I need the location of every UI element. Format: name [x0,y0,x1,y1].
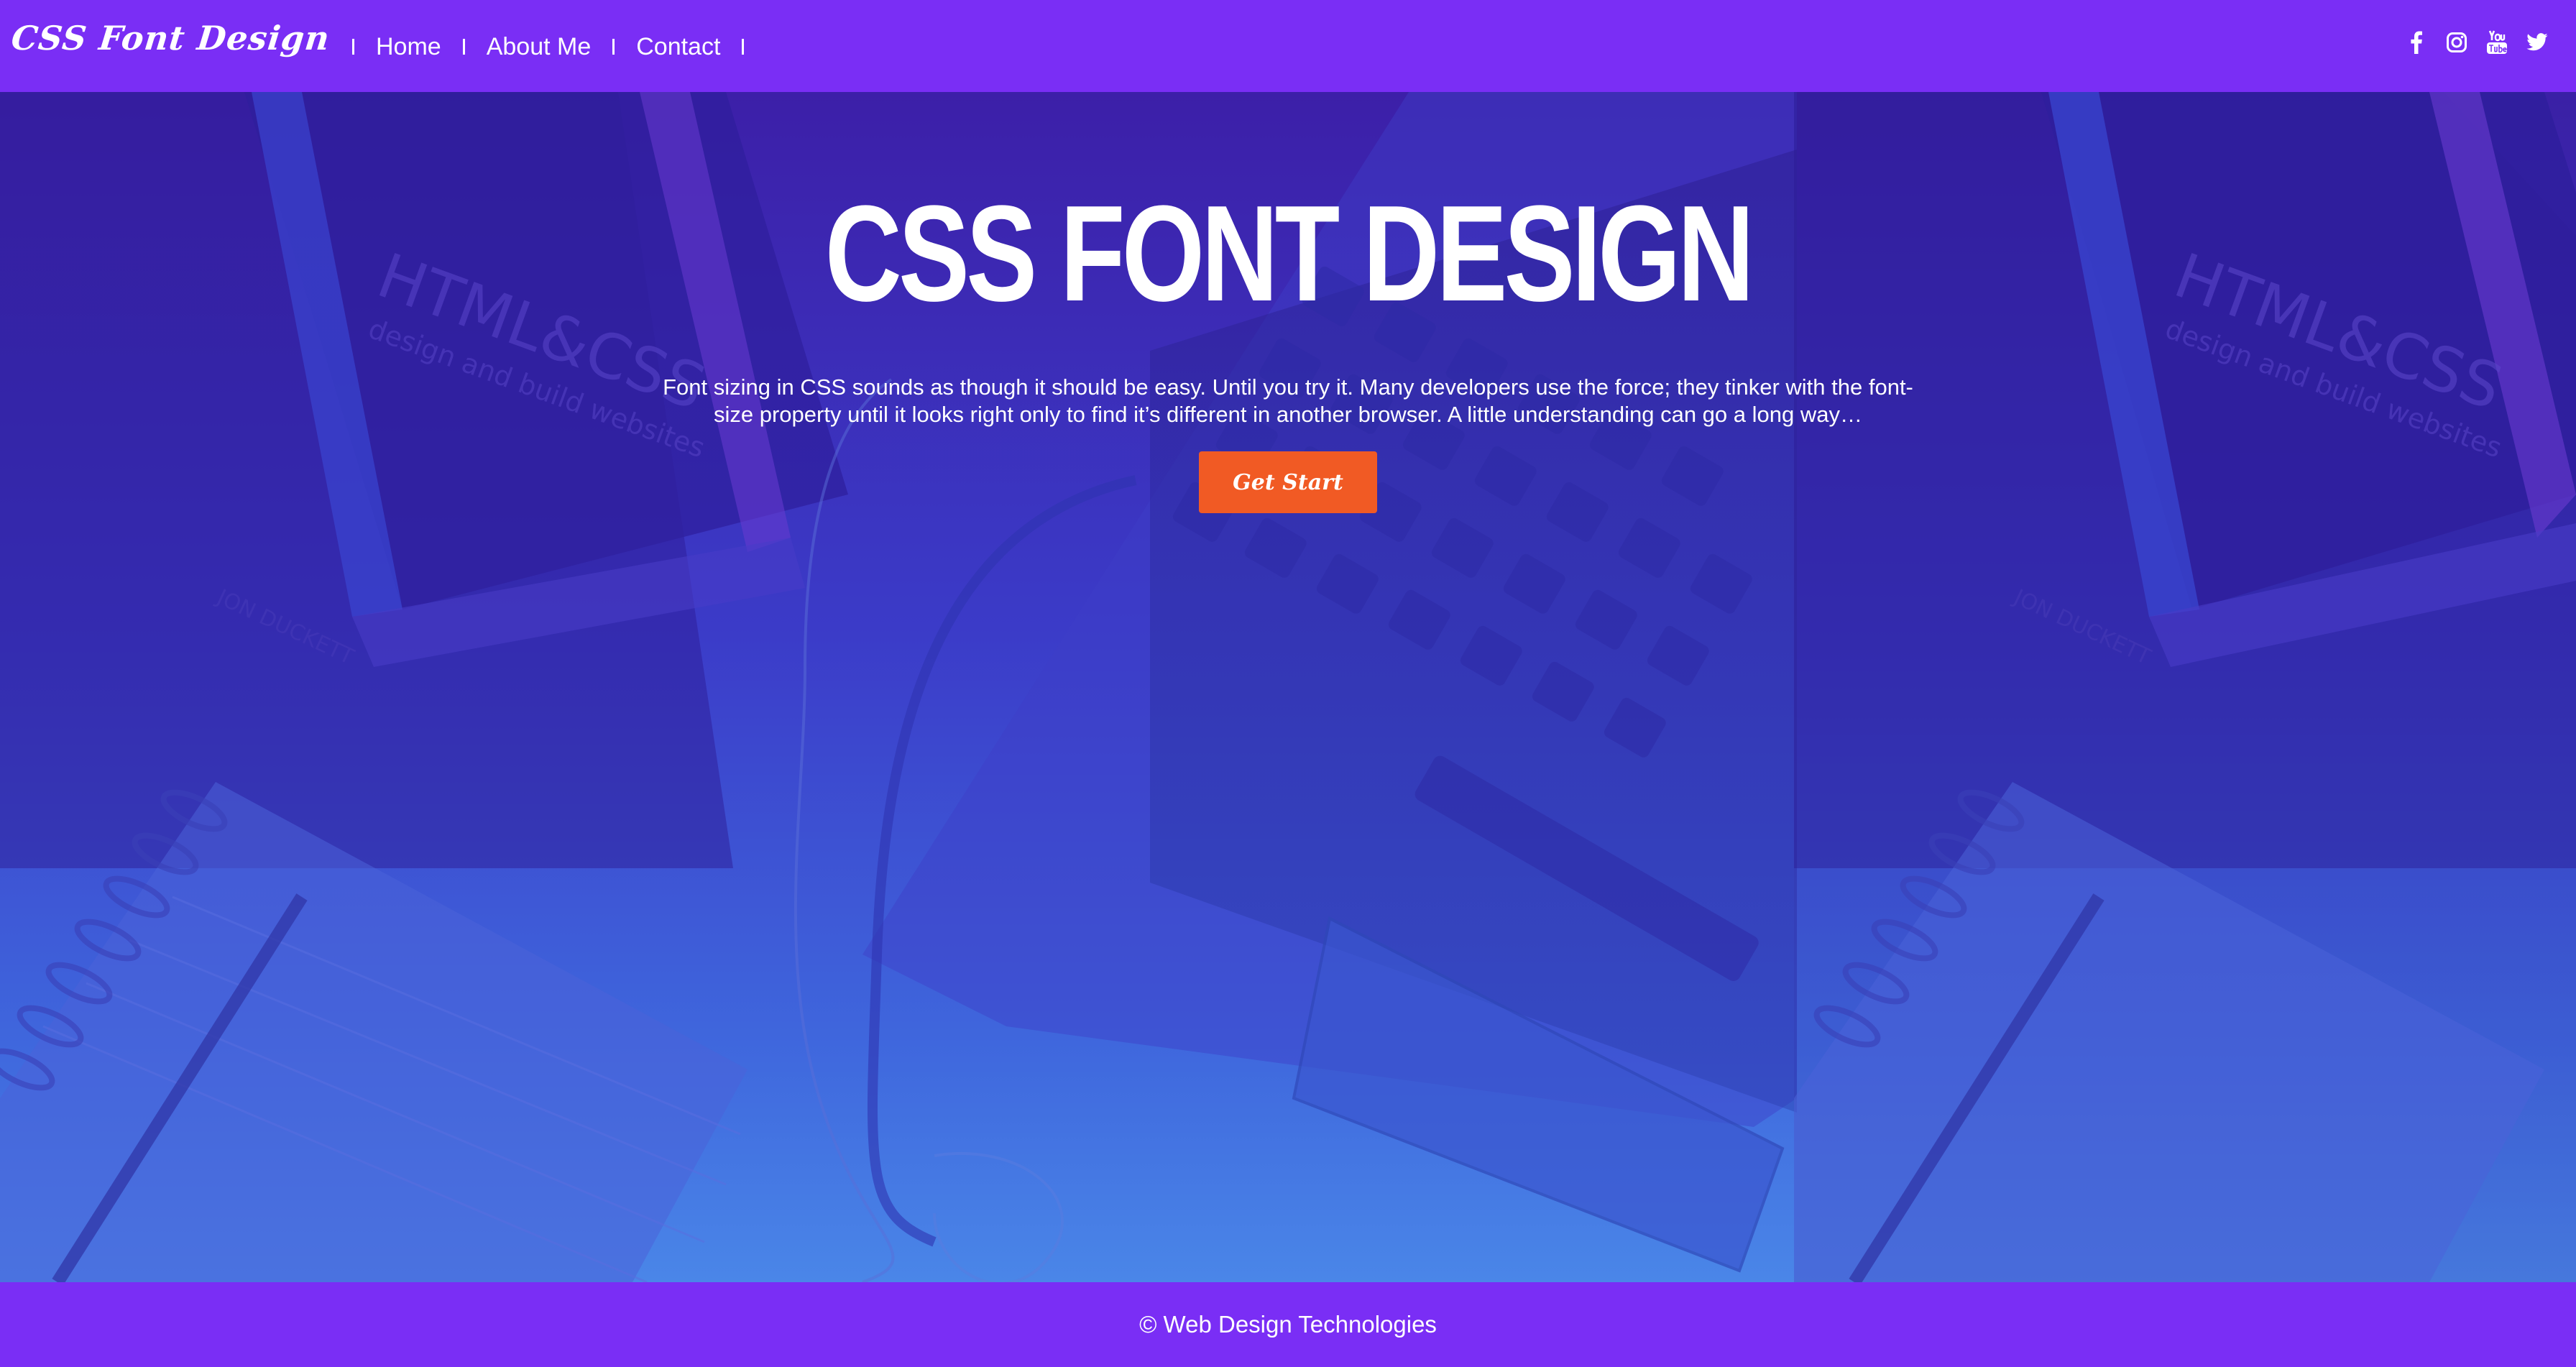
social-links [2405,30,2549,55]
nav-link-about-me[interactable]: About Me [487,33,592,61]
top-nav-bar: CSS Font Design Home About Me Contact [0,0,2576,92]
nav-link-home[interactable]: Home [376,33,441,61]
main-nav: Home About Me Contact [331,27,765,66]
facebook-icon[interactable] [2405,30,2428,55]
instagram-icon[interactable] [2445,30,2468,55]
footer-copyright: © Web Design Technologies [1139,1311,1437,1338]
hero-title: CSS FONT DESIGN [824,178,1754,330]
hero-section: HTML&CSS design and build websites JON D… [0,92,2576,1282]
hero-description: Font sizing in CSS sounds as though it s… [663,374,1913,427]
nav-divider [352,39,354,55]
nav-link-contact[interactable]: Contact [636,33,720,61]
youtube-icon[interactable] [2485,30,2508,55]
nav-divider [742,39,745,55]
twitter-icon[interactable] [2526,30,2549,55]
get-start-button[interactable]: Get Start [1199,451,1377,513]
footer: © Web Design Technologies [0,1282,2576,1367]
site-logo[interactable]: CSS Font Design [9,19,331,57]
nav-divider [612,39,615,55]
nav-divider [462,39,465,55]
